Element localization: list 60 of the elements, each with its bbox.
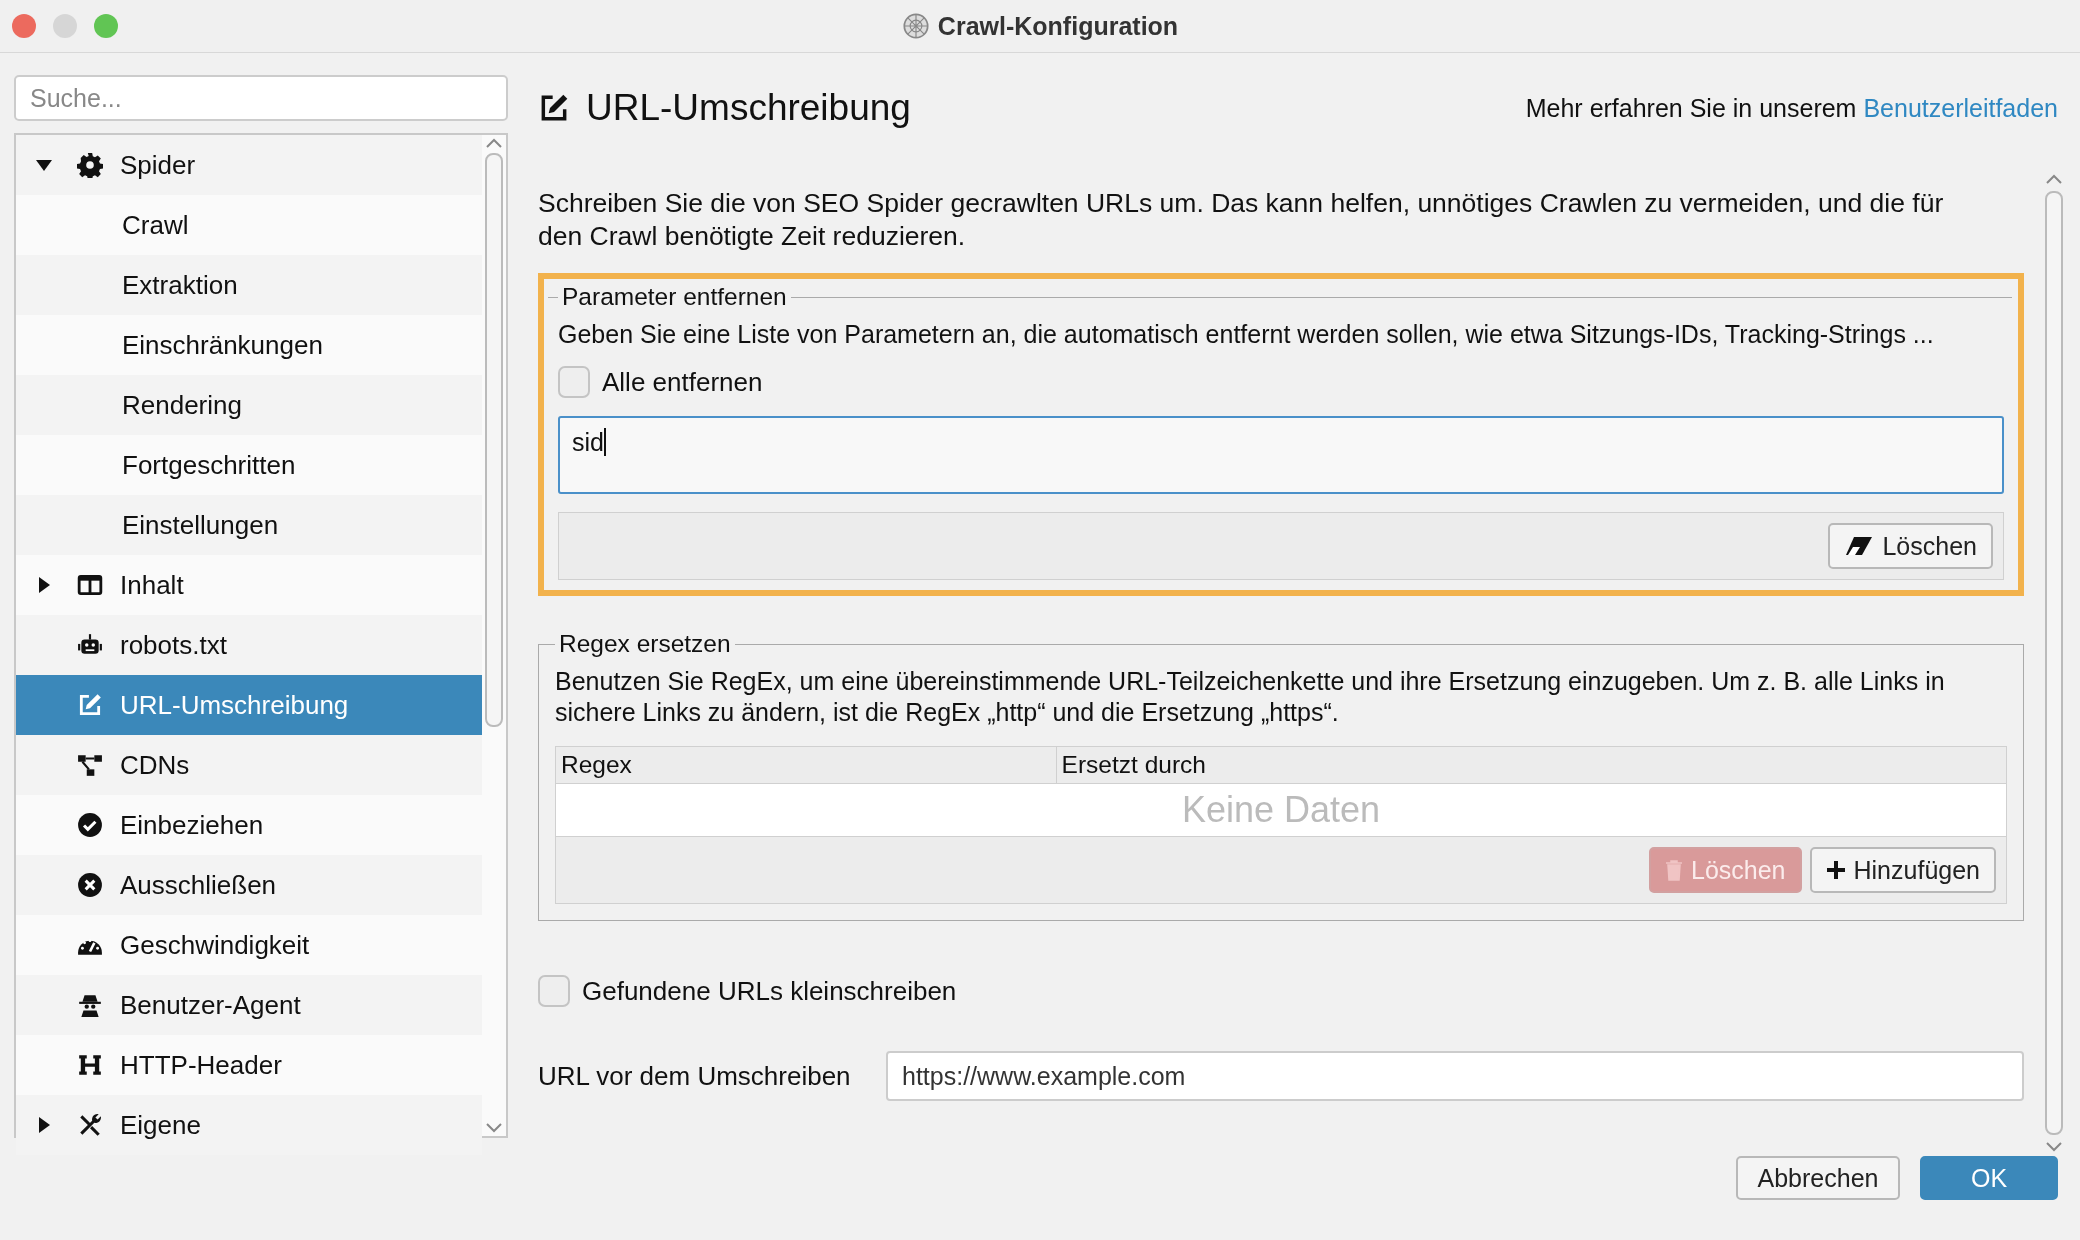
checkbox[interactable] [538, 975, 570, 1007]
section-title: Regex ersetzen [558, 630, 732, 658]
tree-item[interactable]: Ausschließen [16, 855, 482, 915]
section-description: Benutzen Sie RegEx, um eine übereinstimmende URL-Teilzeichenkette und ihre Ersetzung einzugeben. Um z. B. alle Links in sichere Links zu ändern, ist die RegEx „http“ und die Ersetzung „https“. [555, 666, 1946, 728]
eraser-icon [1844, 535, 1875, 557]
checkbox-label: Alle entfernen [602, 366, 763, 398]
tree-item[interactable]: Einschränkungen [16, 315, 482, 375]
check-circle-icon [77, 812, 103, 838]
tree-item[interactable]: Einstellungen [16, 495, 482, 555]
close-icon[interactable] [12, 14, 36, 38]
tree-item[interactable]: Geschwindigkeit [16, 915, 482, 975]
checkbox[interactable] [558, 366, 590, 398]
heading-icon [77, 1052, 103, 1078]
columns-icon [77, 572, 103, 598]
tree-item[interactable]: Einbeziehen [16, 795, 482, 855]
tree-item[interactable]: robots.txt [16, 615, 482, 675]
clear-button[interactable]: Löschen [1828, 523, 1993, 569]
column-header[interactable]: Ersetzt durch [1056, 746, 2007, 784]
scrollbar-thumb[interactable] [2045, 191, 2063, 1135]
trash-icon [1665, 859, 1683, 881]
gear-icon [77, 152, 103, 178]
scroll-up-icon[interactable] [485, 137, 503, 149]
tree-item[interactable]: Crawl [16, 195, 482, 255]
scroll-down-icon[interactable] [2045, 1141, 2063, 1153]
page-title: URL-Umschreibung [586, 87, 911, 129]
url-field[interactable]: https://www.example.com [886, 1051, 2024, 1101]
tree-item[interactable]: HTTP-Header [16, 1035, 482, 1095]
tree-item[interactable]: Spider [16, 135, 482, 195]
column-header[interactable]: Regex [555, 746, 1057, 784]
field-label: URL vor dem Umschreiben [538, 1060, 852, 1092]
window-title: Crawl-Konfiguration [937, 11, 1179, 41]
zoom-icon[interactable] [94, 14, 118, 38]
plus-icon [1825, 860, 1846, 880]
tree-item[interactable]: Extraktion [16, 255, 482, 315]
search-field[interactable]: Suche... [14, 75, 508, 121]
ok-button[interactable]: OK [1920, 1156, 2058, 1200]
scrollbar-thumb[interactable] [485, 153, 503, 727]
description-text: Schreiben Sie die von SEO Spider gecrawlten URLs um. Das kann helfen, unnötiges Crawlen zu vermeiden, und die für den Crawl benötigte Zeit reduzieren. [538, 187, 1945, 253]
empty-table-message: Keine Daten [555, 783, 2007, 837]
tree-item[interactable]: Fortgeschritten [16, 435, 482, 495]
tree-item[interactable]: Rendering [16, 375, 482, 435]
x-circle-icon [77, 872, 103, 898]
edit-icon [77, 692, 103, 718]
tree-item[interactable]: CDNs [16, 735, 482, 795]
tree-item[interactable]: Benutzer-Agent [16, 975, 482, 1035]
tree-item[interactable]: Inhalt [16, 555, 482, 615]
scroll-up-icon[interactable] [2045, 173, 2063, 185]
section-description: Geben Sie eine Liste von Parametern an, die automatisch entfernt werden sollen, wie etwa Sitzungs-IDs, Tracking-Strings ... [558, 319, 1935, 350]
spider-web-icon [901, 12, 930, 40]
section-title: Parameter entfernen [561, 283, 788, 311]
spy-icon [77, 992, 103, 1018]
add-button[interactable]: Hinzufügen [1809, 847, 1996, 893]
tools-icon [77, 1112, 103, 1138]
parameters-field[interactable]: sid [558, 416, 2004, 494]
network-icon [77, 752, 103, 778]
help-text: Mehr erfahren Sie in unserem Benutzerleitfaden [1525, 93, 2058, 123]
cancel-button[interactable]: Abbrechen [1736, 1156, 1900, 1200]
scroll-down-icon[interactable] [485, 1122, 503, 1134]
checkbox-label: Gefundene URLs kleinschreiben [582, 975, 957, 1007]
tree-item[interactable]: URL-Umschreibung [16, 675, 482, 735]
